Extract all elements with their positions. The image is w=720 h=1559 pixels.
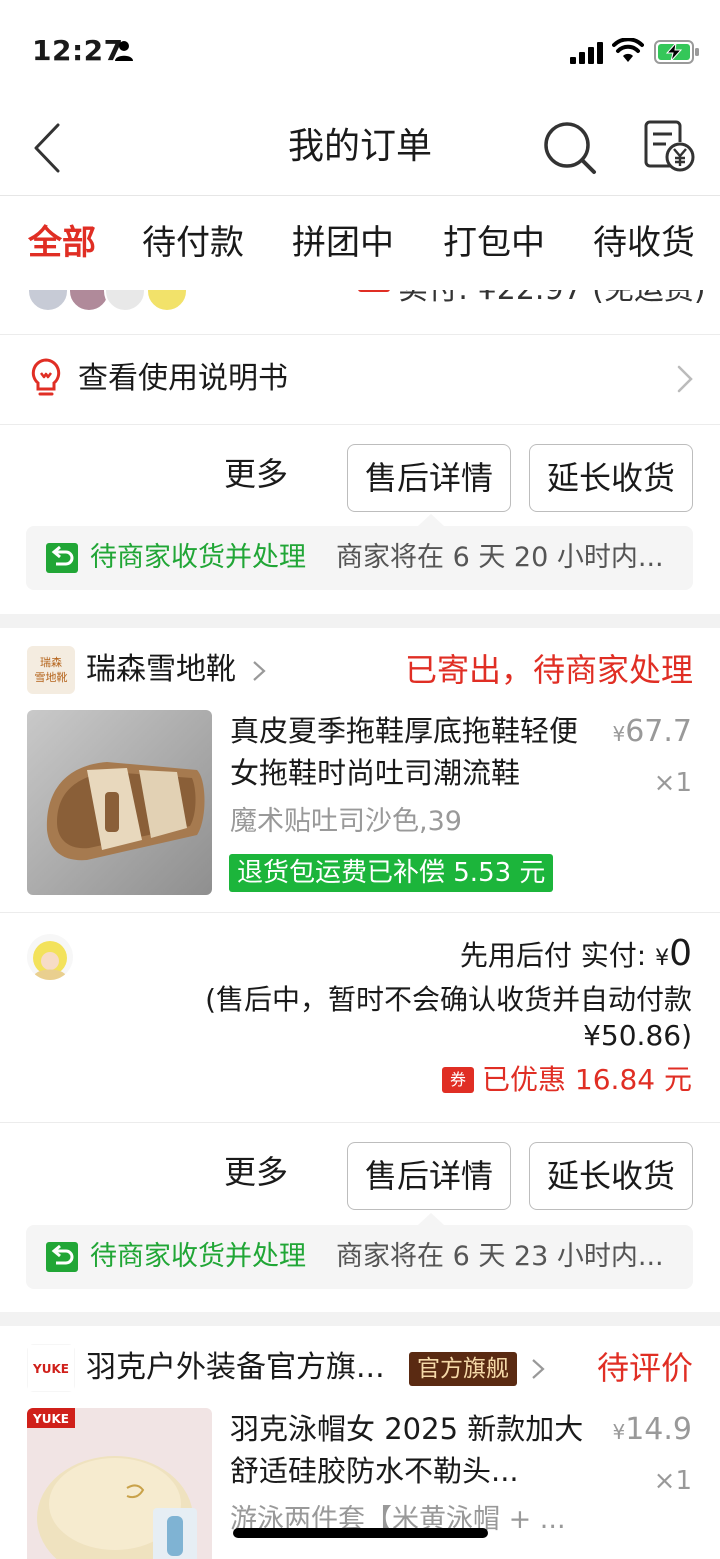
manual-text: 查看使用说明书 xyxy=(78,361,288,396)
coupon-icon xyxy=(358,290,390,292)
after-sale-details-button[interactable]: 售后详情 xyxy=(347,444,511,512)
shop-header[interactable]: YUKE 羽克户外装备官方旗... 官方旗舰 待评价 xyxy=(0,1326,720,1412)
notice-status: 待商家收货并处理 xyxy=(90,1241,306,1272)
after-sale-details-button[interactable]: 售后详情 xyxy=(347,1142,511,1210)
extend-receipt-button[interactable]: 延长收货 xyxy=(529,1142,693,1210)
currency-symbol: ¥ xyxy=(655,946,670,971)
shop-header[interactable]: 瑞森 雪地靴 瑞森雪地靴 已寄出，待商家处理 xyxy=(0,628,720,714)
shop-name: 瑞森雪地靴 xyxy=(86,652,236,687)
shipping-compensation-tag: 退货包运费已补偿 5.53 元 xyxy=(229,854,554,892)
product-title: 真皮夏季拖鞋厚底拖鞋轻便女拖鞋时尚吐司潮流鞋 xyxy=(230,714,579,790)
pay-amount: 0 xyxy=(669,933,692,974)
after-sale-notice[interactable]: 待商家收货并处理 商家将在 6 天 20 小时内... xyxy=(26,514,693,590)
return-icon xyxy=(46,1242,78,1272)
order-actions: 更多 售后详情 延长收货 xyxy=(0,1122,720,1212)
product-price: ¥14.9 xyxy=(612,1412,692,1447)
payment-summary: 先用后付 实付: ¥0 (售后中，暂时不会确认收货并自动付款 ¥50.86) 券… xyxy=(0,912,720,1122)
page-title: 我的订单 xyxy=(287,126,432,167)
avatar xyxy=(27,290,69,312)
svg-text:雪地靴: 雪地靴 xyxy=(35,670,68,684)
order-actions: 更多 售后详情 延长收货 xyxy=(0,424,720,514)
wifi-icon xyxy=(612,38,644,62)
partial-order-summary: 实付: ¥22.97 (免运费) xyxy=(0,290,720,314)
pay-note-amount: ¥50.86) xyxy=(583,1019,692,1052)
currency-symbol: ¥ xyxy=(612,722,626,746)
coupon-icon: 券 xyxy=(442,1067,475,1093)
product-price: ¥67.7 xyxy=(612,714,692,749)
status-time: 12:27 xyxy=(32,34,124,67)
discount-text: 已优惠 16.84 元 xyxy=(482,1063,692,1096)
bill-icon[interactable] xyxy=(640,118,696,174)
product-quantity: ×1 xyxy=(653,768,692,798)
person-icon xyxy=(115,41,133,61)
bulb-icon xyxy=(31,358,61,396)
tab-all[interactable]: 全部 xyxy=(28,220,96,266)
notice-caret xyxy=(418,514,444,526)
chevron-right-icon xyxy=(677,365,693,393)
currency-symbol: ¥ xyxy=(612,1420,626,1444)
status-bar: 12:27 xyxy=(0,0,720,100)
product-image xyxy=(27,710,212,895)
shop-logo: 瑞森 雪地靴 xyxy=(27,646,75,694)
tab-pending-receipt[interactable]: 待收货 xyxy=(593,220,695,266)
tab-packing[interactable]: 打包中 xyxy=(443,220,545,266)
notice-caret xyxy=(418,1213,444,1225)
price-value: 67.7 xyxy=(625,714,692,749)
avatar xyxy=(146,290,188,312)
notice-text: 商家将在 6 天 23 小时内... xyxy=(336,1241,664,1272)
paid-amount: 实付: ¥22.97 (免运费) xyxy=(398,290,706,308)
chevron-right-icon xyxy=(253,661,266,681)
battery-charging-icon xyxy=(654,40,699,64)
price-value: 14.9 xyxy=(625,1412,692,1447)
discount: 券已优惠 16.84 元 xyxy=(442,1060,692,1100)
order-separator xyxy=(0,1312,720,1326)
pay-label: 先用后付 实付: xyxy=(459,939,656,972)
order-separator xyxy=(0,614,720,628)
order-status: 待评价 xyxy=(596,1349,693,1387)
svg-text:YUKE: YUKE xyxy=(32,1412,69,1426)
order-status: 已寄出，待商家处理 xyxy=(404,651,693,689)
search-icon[interactable] xyxy=(540,120,600,176)
product-title: 羽克泳帽女 2025 新款加大舒适硅胶防水不勒头... xyxy=(230,1412,584,1488)
svg-text:瑞森: 瑞森 xyxy=(40,655,62,669)
chevron-right-icon xyxy=(532,1359,545,1379)
official-store-badge: 官方旗舰 xyxy=(409,1352,517,1386)
shop-name: 羽克户外装备官方旗... xyxy=(86,1350,385,1385)
notice-status: 待商家收货并处理 xyxy=(90,542,306,573)
pay-note: (售后中，暂时不会确认收货并自动付款 xyxy=(205,983,692,1016)
signal-icon xyxy=(570,42,603,64)
notice-text: 商家将在 6 天 20 小时内... xyxy=(336,542,664,573)
product-image: YUKE xyxy=(27,1408,212,1559)
shop-logo: YUKE xyxy=(27,1344,75,1392)
home-indicator[interactable] xyxy=(233,1528,488,1538)
after-sale-notice[interactable]: 待商家收货并处理 商家将在 6 天 23 小时内... xyxy=(26,1213,693,1289)
nav-bar: 我的订单 xyxy=(0,100,720,196)
product-item[interactable]: 真皮夏季拖鞋厚底拖鞋轻便女拖鞋时尚吐司潮流鞋 ¥67.7 ×1 魔术贴吐司沙色,… xyxy=(0,710,720,896)
avatar xyxy=(104,290,146,312)
product-sku: 魔术贴吐司沙色,39 xyxy=(230,806,462,837)
order-tabs: 全部 待付款 拼团中 打包中 待收货 xyxy=(0,196,720,290)
paid-amount: 先用后付 实付: ¥0 xyxy=(460,932,692,981)
extend-receipt-button[interactable]: 延长收货 xyxy=(529,444,693,512)
order-list[interactable]: 实付: ¥22.97 (免运费) 查看使用说明书 更多 售后详情 延长收货 待商… xyxy=(0,290,720,1559)
more-button[interactable]: 更多 xyxy=(224,1150,288,1194)
manual-link[interactable]: 查看使用说明书 xyxy=(0,334,720,424)
tab-group-buying[interactable]: 拼团中 xyxy=(292,220,394,266)
svg-text:YUKE: YUKE xyxy=(32,1362,69,1376)
return-icon xyxy=(46,543,78,573)
tab-pending-payment[interactable]: 待付款 xyxy=(142,220,244,266)
avatar xyxy=(27,934,73,980)
more-button[interactable]: 更多 xyxy=(224,452,288,496)
product-quantity: ×1 xyxy=(653,1466,692,1496)
